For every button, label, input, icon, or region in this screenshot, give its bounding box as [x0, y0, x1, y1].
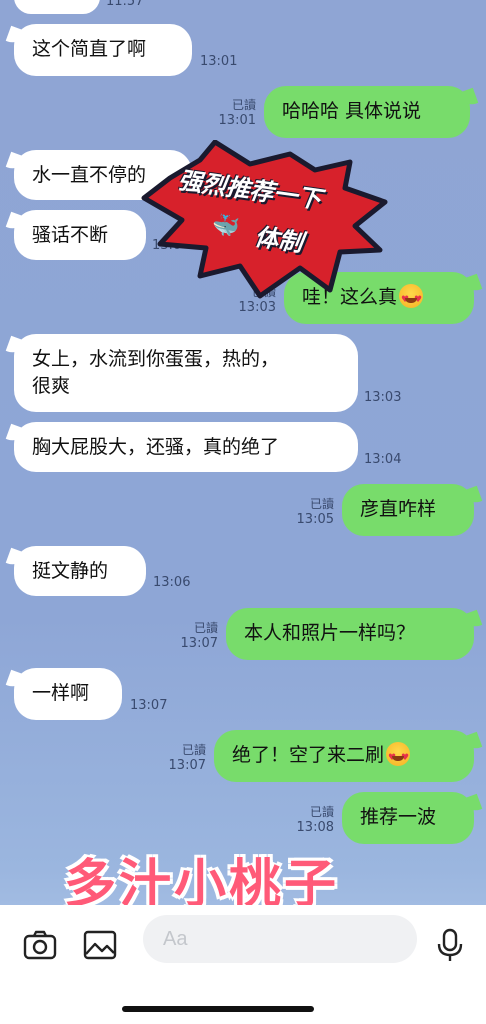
message-time: 13:04 — [364, 452, 402, 467]
microphone-icon[interactable] — [432, 927, 468, 963]
camera-icon[interactable] — [22, 927, 58, 963]
sticker-text: 体制 — [252, 222, 305, 258]
read-receipt: 已讀 13:08 — [296, 805, 334, 835]
smiling-hearts-emoji — [386, 742, 411, 772]
read-receipt: 已讀 13:05 — [296, 497, 334, 527]
message-bubble-outgoing[interactable]: 哈哈哈 具体说说 — [264, 86, 470, 138]
message-text: 本人和照片一样吗？ — [244, 622, 416, 644]
message-time: 13:03 — [364, 390, 402, 405]
watermark-text: 多汁小桃子 — [64, 855, 340, 905]
read-receipt: 已讀 13:07 — [168, 743, 206, 773]
message-bubble-incoming[interactable]: 骚话不断 — [14, 210, 146, 260]
read-receipt: 已讀 13:07 — [180, 621, 218, 651]
message-time: 13:06 — [153, 575, 191, 590]
message-text: 骚话不断 — [32, 224, 109, 246]
message-text: 绝了！空了来二刷 — [232, 744, 385, 766]
message-text: 这个简直了啊 — [32, 38, 147, 60]
message-bubble-partial — [14, 0, 100, 14]
message-input[interactable]: Aa — [143, 915, 417, 963]
message-text: 一样啊 — [32, 682, 90, 704]
heart-eyes-emoji — [399, 284, 424, 314]
message-bubble-outgoing[interactable]: 推荐一波 — [342, 792, 474, 844]
message-time: 11:57 — [106, 0, 144, 9]
message-text: 推荐一波 — [360, 806, 437, 828]
whale-icon: 🐳 — [210, 212, 242, 241]
message-time: 13:01 — [200, 54, 238, 69]
message-text: 哈哈哈 具体说说 — [282, 100, 422, 122]
read-receipt: 已讀 13:01 — [218, 98, 256, 128]
image-icon[interactable] — [82, 927, 118, 963]
message-bubble-incoming[interactable]: 女上，水流到你蛋蛋，热的， 很爽 — [14, 334, 358, 412]
message-bubble-incoming[interactable]: 胸大屁股大，还骚，真的绝了 — [14, 422, 358, 472]
message-bubble-incoming[interactable]: 这个简直了啊 — [14, 24, 192, 76]
message-text: 彦直咋样 — [360, 498, 437, 520]
home-indicator — [122, 1006, 314, 1012]
message-bubble-outgoing[interactable]: 本人和照片一样吗？ — [226, 608, 474, 660]
message-bubble-outgoing[interactable]: 绝了！空了来二刷 — [214, 730, 474, 782]
message-bubble-incoming[interactable]: 一样啊 — [14, 668, 122, 720]
message-time: 13:07 — [130, 698, 168, 713]
message-text: 胸大屁股大，还骚，真的绝了 — [32, 436, 280, 458]
message-bubble-outgoing[interactable]: 彦直咋样 — [342, 484, 474, 536]
chat-area[interactable]: 11:57 这个简直了啊 13:01 已讀 13:01 哈哈哈 具体说说 水一直不… — [0, 0, 486, 905]
message-text: 挺文静的 — [32, 560, 109, 582]
message-text: 很爽 — [32, 375, 71, 397]
message-text: 女上，水流到你蛋蛋，热的， — [32, 348, 280, 370]
message-bubble-incoming[interactable]: 挺文静的 — [14, 546, 146, 596]
message-text: 水一直不停的 — [32, 164, 147, 186]
